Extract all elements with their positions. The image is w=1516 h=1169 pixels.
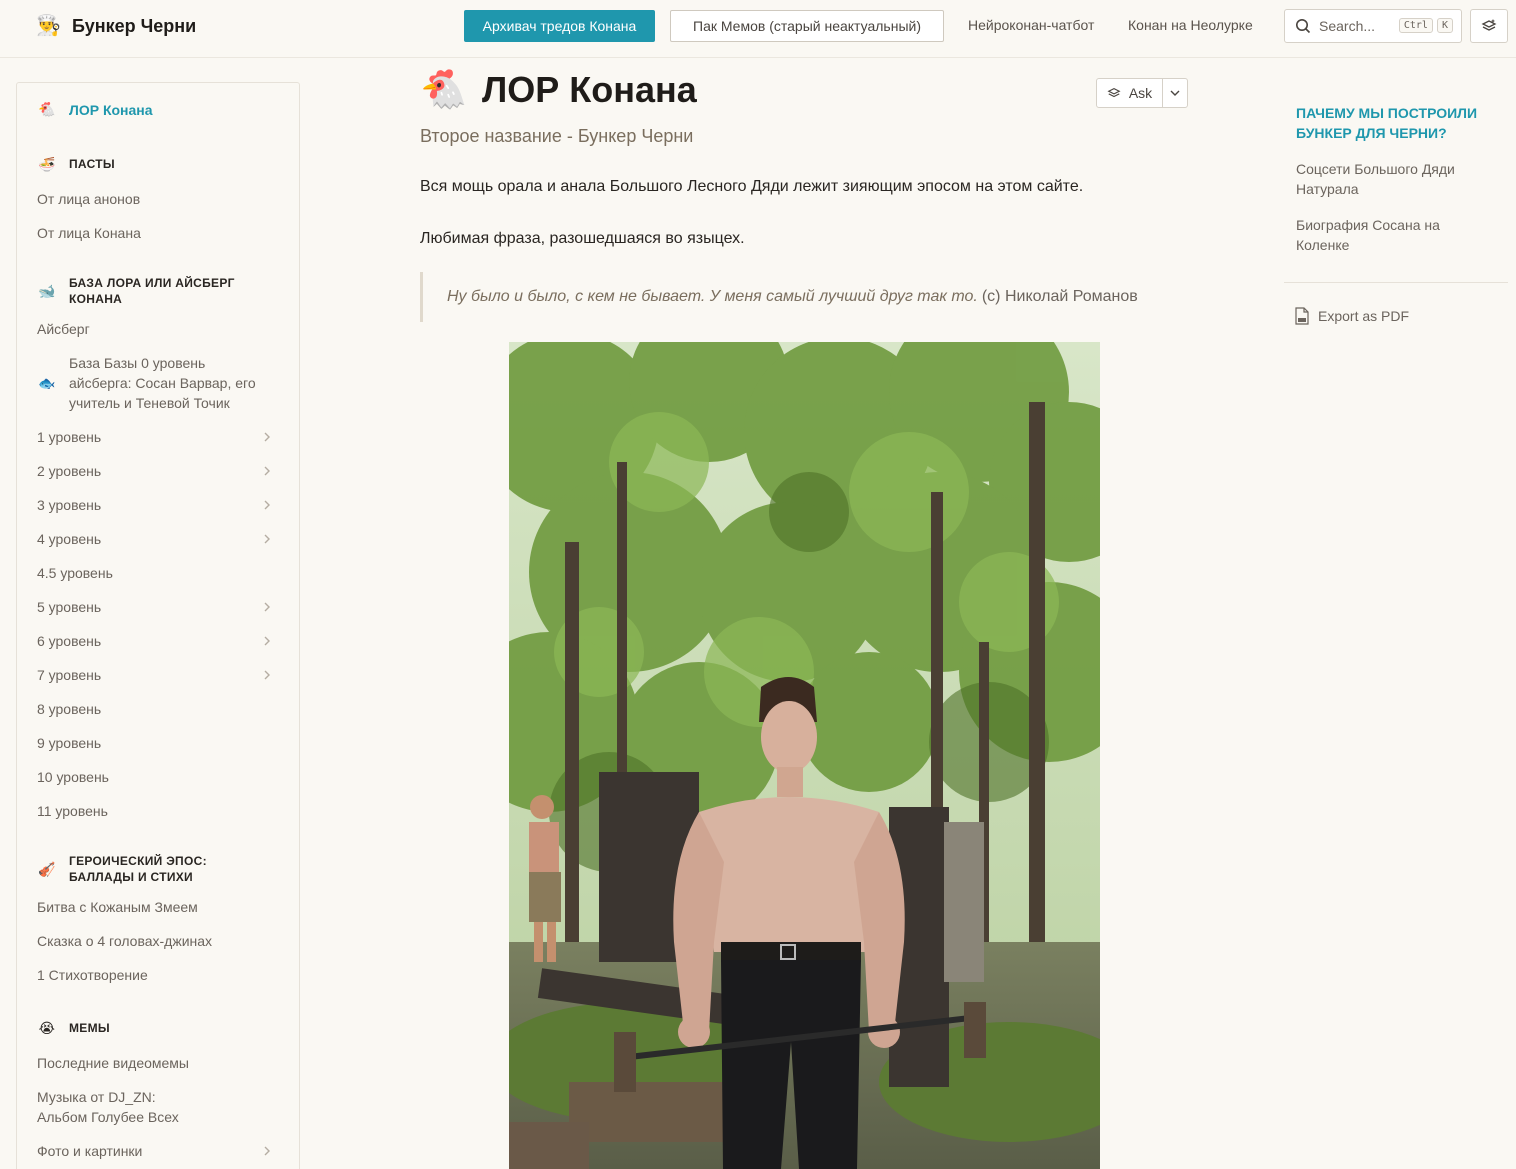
sidebar-item-battle[interactable]: Битва с Кожаным Змеем — [37, 899, 198, 915]
toc-item-socials[interactable]: Соцсети Большого Дяди Натурала — [1296, 159, 1496, 199]
archive-threads-button[interactable]: Архивач тредов Конана — [464, 10, 655, 42]
kbd-k: K — [1436, 18, 1453, 33]
nav-link-neolurk[interactable]: Конан на Неолурке — [1128, 17, 1253, 33]
section-title: МЕМЫ — [69, 1021, 110, 1035]
sidebar-item-level-5[interactable]: 5 уровень — [37, 599, 101, 615]
sidebar-item-level-0[interactable]: 🐟 База Базы 0 уровень айсберга: Сосан Ва… — [37, 353, 255, 413]
chevron-down-icon — [1170, 90, 1180, 96]
chevron-right-icon[interactable] — [261, 635, 273, 647]
noodles-icon: 🍜 — [38, 156, 56, 172]
sidebar-item-level-6[interactable]: 6 уровень — [37, 633, 101, 649]
sidebar-item-level-10[interactable]: 10 уровень — [37, 769, 109, 785]
crying-face-icon: 😭 — [38, 1020, 56, 1036]
ask-ai-control: Ask — [1096, 78, 1188, 108]
search-placeholder: Search... — [1319, 18, 1376, 34]
ai-assistant-button[interactable] — [1470, 9, 1508, 43]
chevron-right-icon[interactable] — [261, 431, 273, 443]
toc-heading[interactable]: ПАЧЕМУ МЫ ПОСТРОИЛИ БУНКЕР ДЛЯ ЧЕРНИ? — [1296, 103, 1496, 143]
toc-item-biography[interactable]: Биография Сосана на Коленке — [1296, 215, 1496, 255]
chevron-right-icon[interactable] — [261, 533, 273, 545]
quote-attribution: (с) Николай Романов — [981, 288, 1138, 305]
chevron-right-icon[interactable] — [261, 465, 273, 477]
chevron-right-icon[interactable] — [261, 601, 273, 613]
sidebar-item-tale[interactable]: Сказка о 4 головах-джинах — [37, 933, 212, 949]
search-icon — [1296, 19, 1311, 34]
kbd-ctrl: Ctrl — [1398, 18, 1433, 33]
sidebar-item-level-7[interactable]: 7 уровень — [37, 667, 101, 683]
chevron-right-icon[interactable] — [261, 669, 273, 681]
layers-sparkle-icon — [1481, 19, 1497, 31]
layers-sparkle-icon — [1107, 87, 1121, 98]
top-header: 👨‍🍳 Бункер Черни Архивач тредов Конана П… — [0, 0, 1516, 58]
sidebar-section-epos: 🎻 ГЕРОИЧЕСКИЙ ЭПОС: БАЛЛАДЫ И СТИХИ — [37, 853, 207, 885]
sidebar-item-level-1[interactable]: 1 уровень — [37, 429, 101, 445]
sidebar-item-anons[interactable]: От лица анонов — [37, 191, 140, 207]
sidebar-item-level-3[interactable]: 3 уровень — [37, 497, 101, 513]
chef-emoji-icon: 👨‍🍳 — [36, 15, 61, 37]
sidebar-item-level-4-5[interactable]: 4.5 уровень — [37, 565, 113, 581]
chevron-right-icon[interactable] — [261, 1145, 273, 1157]
fish-icon: 🐟 — [38, 375, 56, 391]
sidebar-section-pasty: 🍜 ПАСТЫ — [37, 156, 115, 172]
sidebar-item-level-9[interactable]: 9 уровень — [37, 735, 101, 751]
site-title[interactable]: Бункер Черни — [72, 16, 196, 37]
sidebar-item-conan[interactable]: От лица Конана — [37, 225, 141, 241]
page-title: 🐔 ЛОР Конана — [420, 68, 697, 112]
memes-pack-button[interactable]: Пак Мемов (старый неактуальный) — [670, 10, 944, 42]
search-input[interactable]: Search... Ctrl K — [1284, 9, 1462, 43]
blockquote: Ну было и было, с кем не бывает. У меня … — [420, 272, 1180, 322]
quote-text: Ну было и было, с кем не бывает. У меня … — [447, 288, 978, 305]
sidebar-item-music[interactable]: Музыка от DJ_ZN: Альбом Голубее Всех — [37, 1087, 179, 1127]
toc-divider — [1284, 282, 1508, 283]
sidebar-item-level-11[interactable]: 11 уровень — [37, 803, 108, 819]
main-photo — [509, 342, 1100, 1169]
pdf-file-icon — [1295, 307, 1309, 325]
intro-paragraph: Вся мощь орала и анала Большого Лесного … — [420, 178, 1084, 195]
sidebar: 🐔 ЛОР Конана 🍜 ПАСТЫ От лица анонов От л… — [16, 82, 300, 1169]
whale-icon: 🐋 — [38, 283, 56, 299]
ask-button[interactable]: Ask — [1097, 79, 1163, 107]
sidebar-item-level-4[interactable]: 4 уровень — [37, 531, 101, 547]
ask-label: Ask — [1128, 85, 1153, 101]
sidebar-item-iceberg[interactable]: Айсберг — [37, 321, 90, 337]
page-title-text: ЛОР Конана — [482, 69, 697, 110]
export-label: Export as PDF — [1318, 308, 1410, 324]
nav-link-chatbot[interactable]: Нейроконан-чатбот — [968, 17, 1094, 33]
sidebar-item-label: ЛОР Конана — [69, 101, 153, 118]
outdoor-gym-photo — [509, 342, 1100, 1169]
ask-dropdown-toggle[interactable] — [1163, 79, 1187, 107]
chicken-icon: 🐔 — [38, 101, 56, 117]
section-title: ГЕРОИЧЕСКИЙ ЭПОС: БАЛЛАДЫ И СТИХИ — [69, 854, 207, 884]
chicken-icon: 🐔 — [420, 69, 468, 111]
phrase-paragraph: Любимая фраза, разошедшаяся во языцех. — [420, 230, 745, 247]
sidebar-item-videomemes[interactable]: Последние видеомемы — [37, 1055, 189, 1071]
sidebar-section-memes: 😭 МЕМЫ — [37, 1020, 110, 1036]
sidebar-item-photos[interactable]: Фото и картинки — [37, 1143, 142, 1159]
page-subtitle: Второе название - Бункер Черни — [420, 126, 694, 146]
section-title: БАЗА ЛОРА ИЛИ АЙСБЕРГ КОНАНА — [69, 276, 235, 306]
search-shortcut: Ctrl K — [1398, 18, 1453, 33]
sidebar-item-lor[interactable]: 🐔 ЛОР Конана — [37, 101, 153, 118]
sidebar-item-poem[interactable]: 1 Стихотворение — [37, 967, 148, 983]
chevron-right-icon[interactable] — [261, 499, 273, 511]
sidebar-item-level-8[interactable]: 8 уровень — [37, 701, 101, 717]
sidebar-item-level-2[interactable]: 2 уровень — [37, 463, 101, 479]
sidebar-section-iceberg: 🐋 БАЗА ЛОРА ИЛИ АЙСБЕРГ КОНАНА — [37, 275, 235, 307]
section-title: ПАСТЫ — [69, 157, 115, 171]
violin-icon: 🎻 — [38, 861, 56, 877]
export-pdf-link[interactable]: Export as PDF — [1294, 307, 1409, 325]
site-logo[interactable]: 👨‍🍳 Бункер Черни — [36, 14, 196, 38]
